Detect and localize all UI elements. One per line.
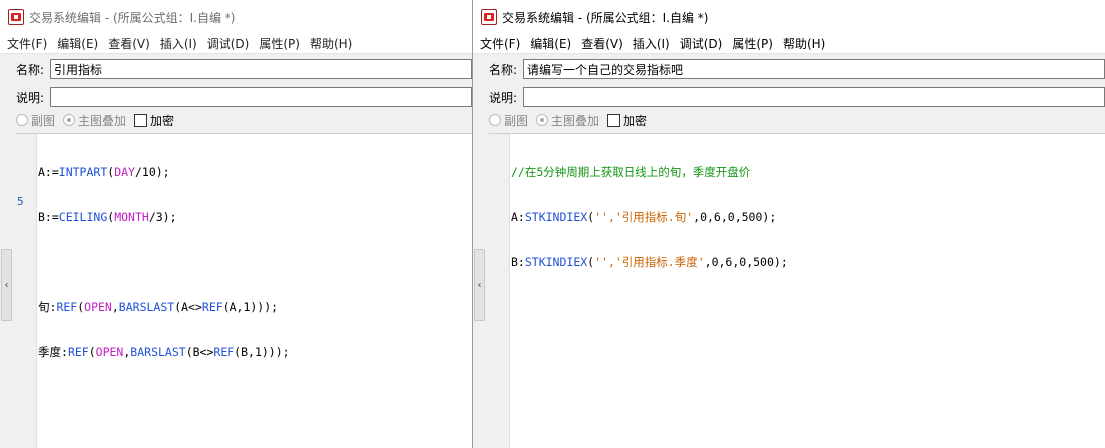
code-line: A:=INTPART(DAY/10);: [38, 165, 170, 179]
checkbox-icon: [607, 113, 621, 127]
code-comment-line: //在5分钟周期上获取日线上的旬，季度开盘价: [511, 165, 751, 179]
name-label: 名称:: [16, 62, 45, 77]
editor-gutter: 5: [16, 134, 37, 448]
name-label: 名称:: [489, 62, 518, 77]
formula-editor-window-left: 交易系统编辑 - (所属公式组：I.自编 *) 文件(F) 编辑(E) 查看(V…: [0, 0, 472, 448]
options-row: 副图 主图叠加 加密: [473, 109, 1105, 131]
name-input[interactable]: 引用指标: [50, 59, 472, 79]
app-icon: [481, 9, 497, 25]
menu-properties[interactable]: 属性(P): [727, 35, 778, 52]
radio-icon: [489, 114, 501, 126]
chevron-left-icon: ‹: [477, 279, 482, 291]
code-line: 旬:REF(OPEN,BARSLAST(A<>REF(A,1)));: [38, 300, 279, 314]
line-number: 5: [17, 195, 24, 208]
main-overlay-radio[interactable]: 主图叠加: [536, 112, 599, 129]
formula-editor-window-right: 交易系统编辑 - (所属公式组：I.自编 *) 文件(F) 编辑(E) 查看(V…: [472, 0, 1105, 448]
title-bar[interactable]: 交易系统编辑 - (所属公式组：I.自编 *): [0, 0, 472, 34]
menu-edit[interactable]: 编辑(E): [52, 35, 103, 52]
chevron-left-icon: ‹: [4, 279, 9, 291]
menu-file[interactable]: 文件(F): [475, 35, 525, 52]
encrypt-label: 加密: [623, 113, 648, 128]
collapse-panel-handle[interactable]: ‹: [474, 249, 485, 321]
description-row: 说明:: [473, 86, 1105, 108]
code-line: 季度:REF(OPEN,BARSLAST(B<>REF(B,1)));: [38, 345, 290, 359]
menu-insert[interactable]: 插入(I): [628, 35, 675, 52]
app-icon: [8, 9, 24, 25]
encrypt-label: 加密: [150, 113, 175, 128]
menu-file[interactable]: 文件(F): [2, 35, 52, 52]
checkbox-icon: [134, 113, 148, 127]
menu-bar: 文件(F) 编辑(E) 查看(V) 插入(I) 调试(D) 属性(P) 帮助(H…: [473, 34, 1105, 54]
code-line: B:STKINDIEX('','引用指标.季度',0,6,0,500);: [511, 255, 788, 269]
menu-view[interactable]: 查看(V): [103, 35, 155, 52]
menu-help[interactable]: 帮助(H): [778, 35, 830, 52]
description-label: 说明:: [489, 90, 518, 105]
menu-edit[interactable]: 编辑(E): [525, 35, 576, 52]
description-label: 说明:: [16, 90, 45, 105]
title-bar[interactable]: 交易系统编辑 - (所属公式组：I.自编 *): [473, 0, 1105, 34]
description-input[interactable]: [50, 87, 472, 107]
menu-insert[interactable]: 插入(I): [155, 35, 202, 52]
menu-help[interactable]: 帮助(H): [305, 35, 357, 52]
window-title: 交易系统编辑 - (所属公式组：I.自编 *): [502, 10, 709, 25]
collapse-panel-handle[interactable]: ‹: [1, 249, 12, 321]
name-row: 名称: 请编写一个自己的交易指标吧: [473, 58, 1105, 80]
menu-debug[interactable]: 调试(D): [202, 35, 255, 52]
sub-chart-label: 副图: [31, 113, 56, 128]
encrypt-checkbox[interactable]: 加密: [607, 112, 647, 129]
code-content[interactable]: //在5分钟周期上获取日线上的旬，季度开盘价 A:STKINDIEX('','引…: [511, 135, 1105, 300]
name-input[interactable]: 请编写一个自己的交易指标吧: [523, 59, 1105, 79]
name-row: 名称: 引用指标: [0, 58, 472, 80]
menu-properties[interactable]: 属性(P): [254, 35, 305, 52]
code-line: A:STKINDIEX('','引用指标.旬',0,6,0,500);: [511, 210, 777, 224]
code-editor[interactable]: //在5分钟周期上获取日线上的旬，季度开盘价 A:STKINDIEX('','引…: [489, 133, 1105, 448]
code-content[interactable]: A:=INTPART(DAY/10); B:=CEILING(MONTH/3);…: [38, 135, 472, 390]
editor-gutter: [489, 134, 510, 448]
window-title: 交易系统编辑 - (所属公式组：I.自编 *): [29, 10, 236, 25]
description-input[interactable]: [523, 87, 1105, 107]
sub-chart-label: 副图: [504, 113, 529, 128]
sub-chart-radio[interactable]: 副图: [16, 112, 55, 129]
options-row: 副图 主图叠加 加密: [0, 109, 472, 131]
description-row: 说明:: [0, 86, 472, 108]
code-editor[interactable]: 5 A:=INTPART(DAY/10); B:=CEILING(MONTH/3…: [16, 133, 472, 448]
menu-view[interactable]: 查看(V): [576, 35, 628, 52]
radio-icon: [16, 114, 28, 126]
menu-bar: 文件(F) 编辑(E) 查看(V) 插入(I) 调试(D) 属性(P) 帮助(H…: [0, 34, 472, 54]
encrypt-checkbox[interactable]: 加密: [134, 112, 174, 129]
main-overlay-label: 主图叠加: [551, 113, 600, 128]
main-overlay-radio[interactable]: 主图叠加: [63, 112, 126, 129]
sub-chart-radio[interactable]: 副图: [489, 112, 528, 129]
radio-checked-icon: [536, 114, 549, 126]
radio-checked-icon: [63, 114, 76, 126]
main-overlay-label: 主图叠加: [78, 113, 127, 128]
code-line: B:=CEILING(MONTH/3);: [38, 210, 177, 224]
menu-debug[interactable]: 调试(D): [675, 35, 728, 52]
